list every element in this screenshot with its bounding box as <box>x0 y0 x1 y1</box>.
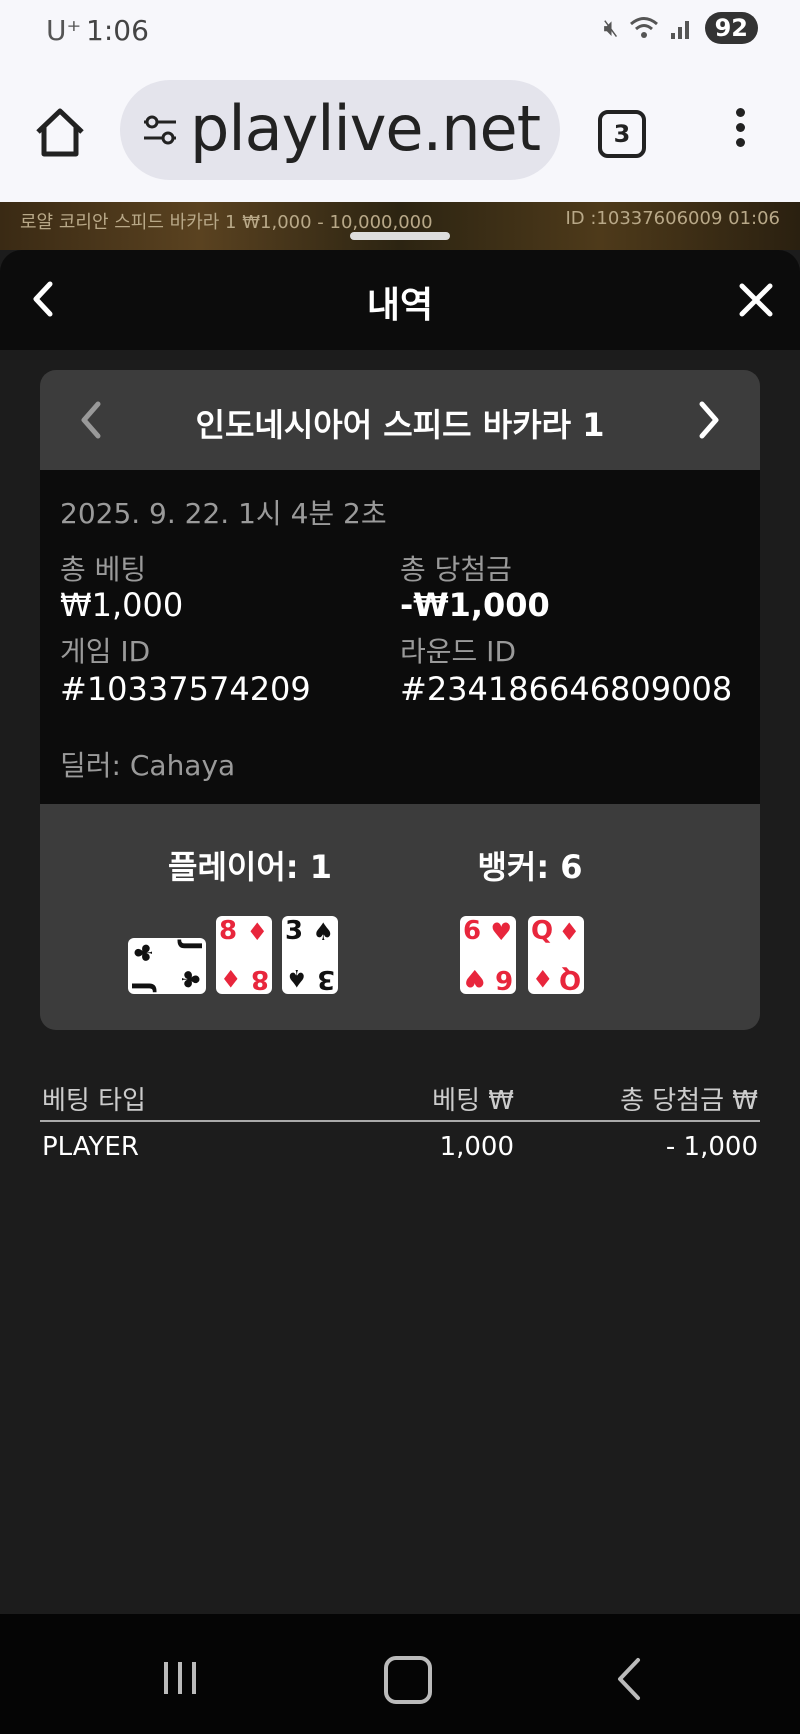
bets-table: 베팅 타입 베팅 ₩ 총 당첨금 ₩ PLAYER 1,000 - 1,000 <box>40 1070 760 1170</box>
mute-icon: 🔇︎ <box>603 14 619 42</box>
round-datetime: 2025. 9. 22. 1시 4분 2초 <box>60 497 387 530</box>
bet-amount-cell: 1,000 <box>439 1132 514 1162</box>
game-navigator: 인도네시아어 스피드 바카라 1 <box>40 370 760 470</box>
status-icons: 🔇︎ 92 <box>603 12 758 44</box>
game-id-value: #10337574209 <box>60 670 311 708</box>
player-card-3: 3 ♠ 3 ♠ <box>282 916 338 994</box>
home-icon[interactable] <box>30 102 90 162</box>
total-win-value: -₩1,000 <box>400 586 550 624</box>
site-settings-icon[interactable] <box>138 108 182 152</box>
dealer-name: 딜러: Cahaya <box>60 749 236 782</box>
bet-type-cell: PLAYER <box>42 1132 139 1162</box>
total-bet-label: 총 베팅 <box>60 553 147 586</box>
player-score: 플레이어: 1 <box>168 848 332 886</box>
player-card-2: 8 ♦ 8 ♦ <box>216 916 272 994</box>
bet-type-header: 베팅 타입 <box>42 1086 146 1116</box>
system-back-icon[interactable] <box>614 1656 644 1702</box>
game-id-text: ID :10337606009 01:06 <box>565 208 780 229</box>
close-icon[interactable] <box>736 280 776 320</box>
sheet-header: 내역 <box>0 250 800 350</box>
carrier-label: U⁺ <box>46 14 82 47</box>
clock: 1:06 <box>86 14 149 47</box>
sheet-drag-handle[interactable] <box>350 232 450 240</box>
table-info-text: 로얄 코리안 스피드 바카라 1 ₩1,000 - 10,000,000 <box>20 212 433 233</box>
more-options-icon[interactable] <box>728 102 752 162</box>
game-background-strip: 로얄 코리안 스피드 바카라 1 ₩1,000 - 10,000,000 ID … <box>0 202 800 250</box>
round-details: 2025. 9. 22. 1시 4분 2초 총 베팅 ₩1,000 총 당첨금 … <box>40 470 760 804</box>
battery-indicator: 92 <box>704 12 758 44</box>
win-amount-header: 총 당첨금 ₩ <box>620 1086 758 1116</box>
bet-amount-header: 베팅 ₩ <box>432 1086 514 1116</box>
table-row: PLAYER 1,000 - 1,000 <box>40 1122 760 1170</box>
tab-switcher-button[interactable]: 3 <box>598 110 646 158</box>
player-card-1: J ♣ J ♣ <box>128 938 206 994</box>
sheet-title: 내역 <box>366 285 434 326</box>
win-amount-cell: - 1,000 <box>665 1132 758 1162</box>
status-bar: U⁺ 1:06 🔇︎ 92 <box>0 0 800 62</box>
wifi-icon <box>629 17 658 38</box>
game-id-label: 게임 ID <box>60 635 151 668</box>
total-win-label: 총 당첨금 <box>400 553 512 586</box>
banker-card-1: 6 ♥ 6 ♥ <box>460 916 516 994</box>
system-home-icon[interactable] <box>384 1656 432 1704</box>
round-id-value: #234186646809008 <box>400 670 733 708</box>
game-name: 인도네시아어 스피드 바카라 1 <box>195 406 605 444</box>
url-text: playlive.net <box>190 92 541 165</box>
banker-card-2: Q ♦ Q ♦ <box>528 916 584 994</box>
next-round-icon[interactable] <box>694 398 724 442</box>
bets-table-header: 베팅 타입 베팅 ₩ 총 당첨금 ₩ <box>40 1070 760 1122</box>
address-bar[interactable]: playlive.net <box>120 80 560 180</box>
recents-icon[interactable] <box>160 1658 200 1698</box>
signal-icon <box>670 21 689 39</box>
round-id-label: 라운드 ID <box>400 635 516 668</box>
browser-toolbar: playlive.net 3 <box>0 62 800 203</box>
total-bet-value: ₩1,000 <box>60 586 184 624</box>
system-navigation-bar <box>0 1614 800 1734</box>
round-result: 플레이어: 1 뱅커: 6 J ♣ J ♣ 8 ♦ 8 ♦ 3 ♠ 3 ♠ 6 … <box>40 804 760 1030</box>
banker-score: 뱅커: 6 <box>477 848 583 886</box>
round-detail-card: 인도네시아어 스피드 바카라 1 2025. 9. 22. 1시 4분 2초 총… <box>40 370 760 1030</box>
history-sheet: 내역 인도네시아어 스피드 바카라 1 2025. 9. 22. 1시 4분 2… <box>0 250 800 1614</box>
